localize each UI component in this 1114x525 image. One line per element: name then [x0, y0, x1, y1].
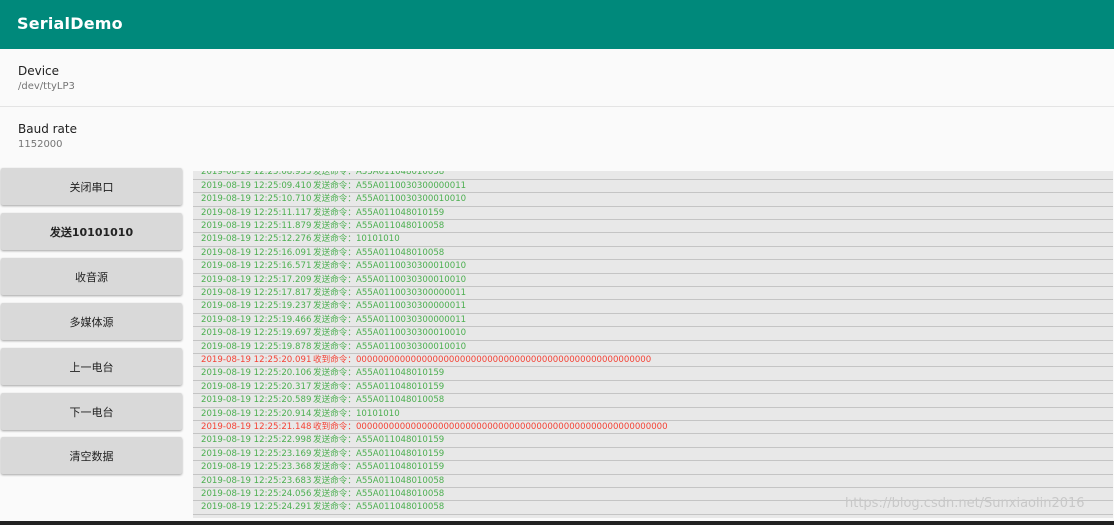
log-row: 2019-08-19 12:25:20.589 发送命令：A55A01104801… [193, 394, 1113, 408]
log-message: 发送命令：A55A0110030300010010 [313, 328, 467, 339]
log-timestamp: 2019-08-19 12:25:20.914 [201, 408, 312, 419]
log-timestamp: 2019-08-19 12:25:17.209 [201, 274, 312, 285]
log-message: 发送命令：10101010 [313, 408, 400, 419]
log-row: 2019-08-19 12:25:21.148 收到命令：000000000000… [193, 421, 1113, 435]
app-bar: SerialDemo [0, 0, 1114, 49]
log-message: 发送命令：A55A011048010159 [313, 462, 445, 473]
log-timestamp: 2019-08-19 12:25:24.056 [201, 489, 312, 499]
log-message: 发送命令：A55A011048010058 [313, 395, 445, 406]
log-row: 2019-08-19 12:25:20.914 发送命令：10101010 [193, 408, 1113, 421]
log-timestamp: 2019-08-19 12:25:20.589 [201, 395, 312, 406]
log-timestamp: 2019-08-19 12:25:08.933 [201, 171, 312, 178]
log-row: 2019-08-19 12:25:16.571 发送命令：A55A01100303… [193, 260, 1113, 274]
clear-data-button[interactable]: 清空数据 [1, 437, 182, 474]
log-row: 2019-08-19 12:25:20.106 发送命令：A55A01104801… [193, 367, 1113, 381]
log-timestamp: 2019-08-19 12:25:11.879 [201, 221, 312, 231]
media-source-button[interactable]: 多媒体源 [1, 303, 182, 340]
log-row: 2019-08-19 12:25:19.697 发送命令：A55A01100303… [193, 327, 1113, 341]
log-row: 2019-08-19 12:25:20.091 收到命令：000000000000… [193, 354, 1113, 368]
log-row: 2019-08-19 12:25:23.683 发送命令：A55A01104801… [193, 475, 1113, 488]
close-serial-button[interactable]: 关闭串口 [1, 168, 182, 205]
log-row: 2019-08-19 12:25:19.466 发送命令：A55A01100303… [193, 314, 1113, 328]
log-row: 2019-08-19 12:25:12.276 发送命令：10101010 [193, 233, 1113, 247]
log-timestamp: 2019-08-19 12:25:21.148 [201, 422, 312, 432]
log-row: 2019-08-19 12:25:23.368 发送命令：A55A01104801… [193, 461, 1113, 475]
radio-source-button[interactable]: 收音源 [1, 258, 182, 295]
app-title: SerialDemo [17, 14, 123, 33]
serial-log-list[interactable]: 2019-08-19 12:25:08.933 发送命令：A55A01104801… [193, 171, 1113, 518]
watermark: https://blog.csdn.net/Sunxiaolin2016 [845, 496, 1085, 511]
log-row: 2019-08-19 12:25:23.169 发送命令：A55A01104801… [193, 448, 1113, 462]
log-timestamp: 2019-08-19 12:25:17.817 [201, 288, 312, 298]
log-timestamp: 2019-08-19 12:25:19.237 [201, 301, 312, 312]
log-timestamp: 2019-08-19 12:25:20.106 [201, 368, 312, 379]
log-timestamp: 2019-08-19 12:25:24.291 [201, 502, 312, 513]
log-row: 2019-08-19 12:25:17.209 发送命令：A55A01100303… [193, 274, 1113, 287]
log-message: 收到命令：00000000000000000000000000000000000… [313, 355, 652, 365]
log-message: 发送命令：10101010 [313, 234, 400, 245]
baud-rate-summary: 1152000 [18, 139, 63, 150]
log-timestamp: 2019-08-19 12:25:20.317 [201, 381, 312, 392]
log-timestamp: 2019-08-19 12:25:23.683 [201, 475, 312, 486]
log-timestamp: 2019-08-19 12:25:10.710 [201, 194, 312, 205]
send-10101010-button[interactable]: 发送10101010 [1, 213, 182, 250]
log-timestamp: 2019-08-19 12:25:09.410 [201, 180, 312, 191]
previous-station-button[interactable]: 上一电台 [1, 348, 182, 385]
device-summary: /dev/ttyLP3 [18, 81, 75, 92]
log-message: 发送命令：A55A011048010159 [313, 381, 445, 392]
log-message: 发送命令：A55A0110030300010010 [313, 194, 467, 205]
log-message: 发送命令：A55A011048010058 [313, 475, 445, 486]
log-message: 发送命令：A55A0110030300000011 [313, 288, 467, 298]
log-message: 发送命令：A55A011048010058 [313, 171, 445, 178]
log-message: 收到命令：00000000000000000000000000000000000… [313, 422, 668, 432]
log-message: 发送命令：A55A0110030300000011 [313, 301, 467, 312]
log-timestamp: 2019-08-19 12:25:23.169 [201, 448, 312, 459]
log-row: 2019-08-19 12:25:20.317 发送命令：A55A01104801… [193, 381, 1113, 395]
log-message: 发送命令：A55A0110030300010010 [313, 261, 467, 272]
log-message: 发送命令：A55A011048010058 [313, 489, 445, 499]
log-message: 发送命令：A55A0110030300000011 [313, 314, 467, 325]
log-timestamp: 2019-08-19 12:25:12.276 [201, 234, 312, 245]
log-timestamp: 2019-08-19 12:25:16.091 [201, 247, 312, 258]
log-timestamp: 2019-08-19 12:25:19.697 [201, 328, 312, 339]
log-row: 2019-08-19 12:25:11.117 发送命令：A55A01104801… [193, 207, 1113, 220]
device-preference[interactable]: Device /dev/ttyLP3 [0, 49, 1114, 107]
bottom-bar [0, 521, 1114, 525]
log-message: 发送命令：A55A011048010159 [313, 448, 445, 459]
log-row: 2019-08-19 12:25:11.879 发送命令：A55A01104801… [193, 220, 1113, 234]
log-message: 发送命令：A55A011048010058 [313, 221, 445, 231]
log-row: 2019-08-19 12:25:22.998 发送命令：A55A01104801… [193, 434, 1113, 448]
log-message: 发送命令：A55A011048010159 [313, 435, 445, 446]
log-timestamp: 2019-08-19 12:25:20.091 [201, 355, 312, 365]
log-row: 2019-08-19 12:25:08.933 发送命令：A55A01104801… [193, 171, 1113, 180]
log-row: 2019-08-19 12:25:09.410 发送命令：A55A01100303… [193, 180, 1113, 194]
log-timestamp: 2019-08-19 12:25:16.571 [201, 261, 312, 272]
next-station-button[interactable]: 下一电台 [1, 393, 182, 430]
baud-rate-title: Baud rate [18, 122, 77, 136]
baud-rate-preference[interactable]: Baud rate 1152000 [0, 107, 1114, 171]
log-message: 发送命令：A55A011048010058 [313, 502, 445, 513]
log-row: 2019-08-19 12:25:19.237 发送命令：A55A01100303… [193, 300, 1113, 314]
log-timestamp: 2019-08-19 12:25:11.117 [201, 207, 312, 218]
log-timestamp: 2019-08-19 12:25:19.466 [201, 314, 312, 325]
log-row: 2019-08-19 12:25:17.817 发送命令：A55A01100303… [193, 287, 1113, 301]
log-row: 2019-08-19 12:25:16.091 发送命令：A55A01104801… [193, 247, 1113, 261]
log-message: 发送命令：A55A011048010159 [313, 368, 445, 379]
log-timestamp: 2019-08-19 12:25:19.878 [201, 341, 312, 352]
log-row: 2019-08-19 12:25:10.710 发送命令：A55A01100303… [193, 193, 1113, 207]
device-title: Device [18, 64, 60, 78]
log-message: 发送命令：A55A0110030300000011 [313, 180, 467, 191]
log-message: 发送命令：A55A0110030300010010 [313, 274, 467, 285]
log-message: 发送命令：A55A011048010058 [313, 247, 445, 258]
log-timestamp: 2019-08-19 12:25:23.368 [201, 462, 312, 473]
log-message: 发送命令：A55A0110030300010010 [313, 341, 467, 352]
log-timestamp: 2019-08-19 12:25:22.998 [201, 435, 312, 446]
log-message: 发送命令：A55A011048010159 [313, 207, 445, 218]
log-row: 2019-08-19 12:25:19.878 发送命令：A55A01100303… [193, 341, 1113, 354]
